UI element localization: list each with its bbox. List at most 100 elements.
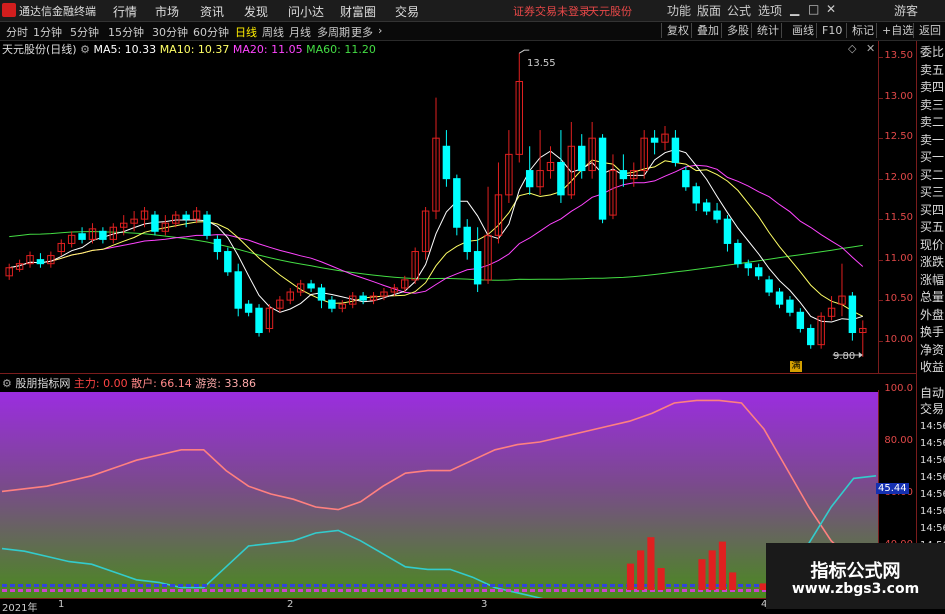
baseline-dash xyxy=(522,589,527,592)
baseline-dash xyxy=(290,584,295,587)
close-icon[interactable]: ✕ xyxy=(826,2,836,16)
diamond-icon[interactable]: ◇ xyxy=(848,42,856,55)
add-watchlist-button[interactable]: +自选 xyxy=(876,23,913,38)
baseline-dash xyxy=(98,589,103,592)
candle xyxy=(359,292,367,305)
quote-field-label[interactable]: 净资 xyxy=(920,341,944,358)
quote-field-label[interactable]: 外盘 xyxy=(920,306,944,323)
quote-field-label[interactable]: 现价 xyxy=(920,236,944,253)
event-badge[interactable]: 满 xyxy=(790,361,802,372)
tab-weekly[interactable]: 周线 xyxy=(262,24,284,40)
candle xyxy=(244,300,253,317)
fuquan-button[interactable]: 复权 xyxy=(661,23,689,38)
menu-jiaoyi[interactable]: 交易 xyxy=(395,3,419,20)
candle xyxy=(484,186,492,284)
candle xyxy=(36,253,45,268)
tab-multi-period[interactable]: 多周期 xyxy=(317,24,350,40)
chevron-right-icon[interactable]: › xyxy=(378,24,382,37)
quote-field-label[interactable]: 卖一 xyxy=(920,131,944,148)
f10-button[interactable]: F10 xyxy=(816,23,842,38)
menu-caifuquan[interactable]: 财富圈 xyxy=(340,3,376,20)
candle xyxy=(88,223,97,244)
high-marker xyxy=(519,49,530,54)
stats-button[interactable]: 统计 xyxy=(751,23,779,38)
baseline-dash xyxy=(570,589,575,592)
baseline-dash xyxy=(506,584,511,587)
quote-field-label[interactable]: 总量 xyxy=(920,288,944,305)
trade-panel-label[interactable]: 自动 xyxy=(920,384,944,401)
candle xyxy=(255,304,263,337)
tab-1min[interactable]: 1分钟 xyxy=(33,24,62,40)
baseline-dash xyxy=(114,589,119,592)
quote-field-label[interactable]: 卖五 xyxy=(920,61,944,78)
date-label: 1 xyxy=(58,599,65,610)
tab-15min[interactable]: 15分钟 xyxy=(108,24,144,40)
watermark-url: www.zbgs3.com xyxy=(791,581,920,597)
tab-5min[interactable]: 5分钟 xyxy=(70,24,99,40)
quote-field-label[interactable]: 委比 xyxy=(920,43,944,60)
back-button[interactable]: 返回 xyxy=(913,23,941,38)
candle xyxy=(505,130,513,203)
low-price-label: 9.80 xyxy=(833,351,856,362)
menu-zixun[interactable]: 资讯 xyxy=(200,3,224,20)
multi-stock-button[interactable]: 多股 xyxy=(721,23,749,38)
tab-daily[interactable]: 日线 xyxy=(235,24,257,40)
quote-field-label[interactable]: 涨幅 xyxy=(920,271,944,288)
candle-body xyxy=(244,303,253,313)
candle xyxy=(598,134,607,224)
candle-body xyxy=(671,137,680,163)
login-status[interactable]: 证券交易未登录 xyxy=(513,3,590,19)
close-chart-icon[interactable]: ✕ xyxy=(866,42,875,55)
minimize-icon[interactable]: ▁ xyxy=(790,2,799,16)
quote-field-label[interactable]: 卖三 xyxy=(920,96,944,113)
trade-panel-label[interactable]: 交易 xyxy=(920,400,944,417)
draw-line-button[interactable]: 画线 xyxy=(781,23,814,38)
mark-button[interactable]: 标记 xyxy=(846,23,874,38)
tab-30min[interactable]: 30分钟 xyxy=(152,24,188,40)
maximize-icon[interactable]: □ xyxy=(808,2,819,16)
baseline-dash xyxy=(690,584,695,587)
tab-monthly[interactable]: 月线 xyxy=(289,24,311,40)
baseline-dash xyxy=(386,589,391,592)
quote-field-label[interactable]: 涨跌 xyxy=(920,253,944,270)
quote-field-label[interactable]: 卖二 xyxy=(920,113,944,130)
options-button[interactable]: 选项 xyxy=(758,2,782,19)
function-button[interactable]: 功能 xyxy=(667,2,691,19)
baseline-dash xyxy=(258,584,263,587)
quote-field-label[interactable]: 收益 xyxy=(920,358,944,375)
quote-field-label[interactable]: 买五 xyxy=(920,218,944,235)
menu-shichang[interactable]: 市场 xyxy=(155,3,179,20)
quote-field-label[interactable]: 买三 xyxy=(920,183,944,200)
quote-field-label[interactable]: 买二 xyxy=(920,166,944,183)
quote-field-label[interactable]: 买四 xyxy=(920,201,944,218)
price-tick-label: 13.50 xyxy=(884,50,913,62)
quote-field-label[interactable]: 买一 xyxy=(920,148,944,165)
quote-field-label[interactable]: 换手 xyxy=(920,323,944,340)
user-label[interactable]: 游客 xyxy=(894,2,918,19)
baseline-dash xyxy=(242,584,247,587)
menu-hangqing[interactable]: 行情 xyxy=(113,3,137,20)
quote-field-label[interactable]: 卖四 xyxy=(920,78,944,95)
baseline-dash xyxy=(442,584,447,587)
menu-wenxiaoda[interactable]: 问小达 xyxy=(288,3,324,20)
formula-button[interactable]: 公式 xyxy=(727,2,751,19)
layout-button[interactable]: 版面 xyxy=(697,2,721,19)
candle xyxy=(494,162,503,244)
baseline-dash xyxy=(322,584,327,587)
baseline-dash xyxy=(498,589,503,592)
candle-body xyxy=(848,295,857,334)
indicator-chart[interactable] xyxy=(0,390,878,598)
overlay-button[interactable]: 叠加 xyxy=(691,23,719,38)
candle-body xyxy=(317,287,326,301)
tab-fenshi[interactable]: 分时 xyxy=(6,24,28,40)
tab-more[interactable]: 更多 xyxy=(351,24,373,40)
kline-chart[interactable] xyxy=(0,41,878,373)
candle xyxy=(463,219,471,260)
indicator-settings-icon[interactable]: ⚙ xyxy=(2,377,12,390)
settings-icon[interactable]: ⚙ xyxy=(80,43,90,56)
baseline-dash xyxy=(250,584,255,587)
menu-faxian[interactable]: 发现 xyxy=(244,3,268,20)
tab-60min[interactable]: 60分钟 xyxy=(193,24,229,40)
candle-body xyxy=(796,311,805,329)
baseline-dash xyxy=(362,589,367,592)
